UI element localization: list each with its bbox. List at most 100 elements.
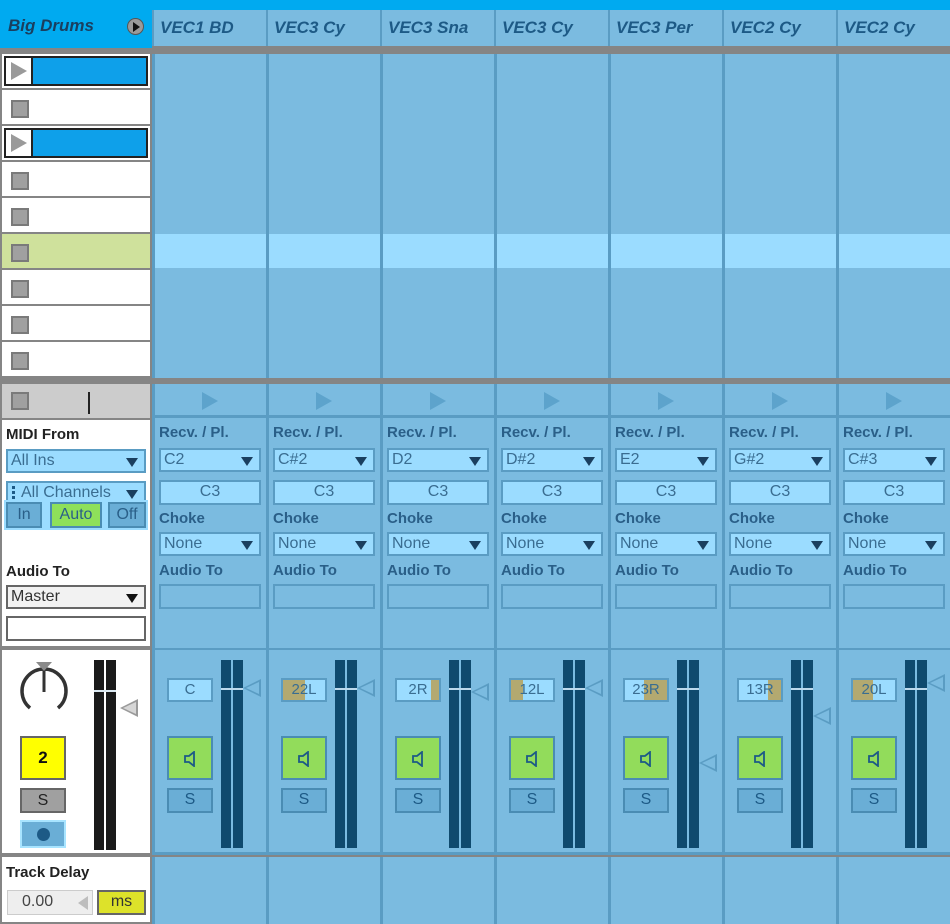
receive-note-select[interactable]: C#2 <box>273 448 375 472</box>
choke-select[interactable]: None <box>159 532 261 556</box>
track-header[interactable]: VEC1 BD <box>152 10 266 46</box>
play-note-field[interactable]: C3 <box>387 480 489 505</box>
solo-button[interactable]: S <box>167 788 213 813</box>
play-icon[interactable] <box>202 392 218 410</box>
track-activator-button[interactable] <box>623 736 669 780</box>
audio-to-select[interactable]: Master <box>6 585 146 609</box>
selected-scene-slot[interactable] <box>383 234 494 268</box>
track-clip-slots[interactable] <box>152 54 266 378</box>
clip-slot[interactable] <box>2 306 150 340</box>
track-number-button[interactable]: 2 <box>20 736 66 780</box>
selected-scene-slot[interactable] <box>269 234 380 268</box>
volume-slider[interactable] <box>357 679 375 698</box>
play-icon[interactable] <box>772 392 788 410</box>
pan-field[interactable]: 13R <box>737 678 783 702</box>
play-icon[interactable] <box>658 392 674 410</box>
solo-button[interactable]: S <box>851 788 897 813</box>
clip-slot[interactable] <box>2 54 150 88</box>
clip-stop-cell[interactable] <box>836 384 950 418</box>
clip-slot[interactable] <box>2 126 150 160</box>
choke-select[interactable]: None <box>387 532 489 556</box>
track-activator-button[interactable] <box>851 736 897 780</box>
clip-slot[interactable] <box>2 162 150 196</box>
clip-play-icon[interactable] <box>6 130 33 156</box>
audio-to-select[interactable] <box>501 584 603 609</box>
pan-field[interactable]: 2R <box>395 678 441 702</box>
audio-to-sub-select[interactable] <box>6 616 146 641</box>
clip-stop-cell[interactable] <box>380 384 494 418</box>
receive-note-select[interactable]: E2 <box>615 448 717 472</box>
track-activator-button[interactable] <box>395 736 441 780</box>
audio-to-select[interactable] <box>273 584 375 609</box>
track-header[interactable]: VEC3 Sna <box>380 10 494 46</box>
arm-button[interactable] <box>20 820 66 848</box>
monitor-in-button[interactable]: In <box>6 502 42 528</box>
receive-note-select[interactable]: D2 <box>387 448 489 472</box>
play-note-field[interactable]: C3 <box>729 480 831 505</box>
selected-scene-slot[interactable] <box>611 234 722 268</box>
clip-stop-cell[interactable] <box>266 384 380 418</box>
choke-select[interactable]: None <box>843 532 945 556</box>
clip-stop-cell[interactable] <box>152 384 266 418</box>
clip-stop-button[interactable] <box>11 244 29 262</box>
track-clip-slots[interactable] <box>266 54 380 378</box>
pan-field[interactable]: 20L <box>851 678 897 702</box>
clip-stop-button[interactable] <box>11 172 29 190</box>
pan-knob-icon[interactable] <box>16 662 72 718</box>
track-activator-button[interactable] <box>167 736 213 780</box>
track-delay-input[interactable]: 0.00 <box>7 890 93 915</box>
delay-unit-toggle[interactable]: ms <box>97 890 146 915</box>
clip-stop-cell[interactable] <box>608 384 722 418</box>
audio-to-select[interactable] <box>615 584 717 609</box>
receive-note-select[interactable]: D#2 <box>501 448 603 472</box>
clip-stop-button[interactable] <box>11 352 29 370</box>
midi-from-select[interactable]: All Ins <box>6 449 146 473</box>
play-note-field[interactable]: C3 <box>615 480 717 505</box>
track-header[interactable]: VEC3 Cy <box>266 10 380 46</box>
selected-scene-slot[interactable] <box>725 234 836 268</box>
receive-note-select[interactable]: C#3 <box>843 448 945 472</box>
solo-button[interactable]: S <box>737 788 783 813</box>
clip-stop-button[interactable] <box>11 208 29 226</box>
track-activator-button[interactable] <box>281 736 327 780</box>
monitor-auto-button[interactable]: Auto <box>50 502 102 528</box>
stop-all-clips-row[interactable] <box>2 384 150 418</box>
monitor-off-button[interactable]: Off <box>108 502 146 528</box>
clip-slot[interactable] <box>2 270 150 304</box>
track-header[interactable]: VEC3 Per <box>608 10 722 46</box>
clip-stop-cell[interactable] <box>722 384 836 418</box>
pan-field[interactable]: 23R <box>623 678 669 702</box>
group-solo-button[interactable]: S <box>20 788 66 813</box>
group-volume-slider[interactable] <box>120 698 138 717</box>
clip-slot[interactable] <box>2 90 150 124</box>
track-activator-button[interactable] <box>509 736 555 780</box>
stop-all-button[interactable] <box>11 392 29 410</box>
choke-select[interactable]: None <box>729 532 831 556</box>
solo-button[interactable]: S <box>281 788 327 813</box>
group-clip[interactable] <box>4 56 148 86</box>
clip-stop-button[interactable] <box>11 100 29 118</box>
play-note-field[interactable]: C3 <box>159 480 261 505</box>
choke-select[interactable]: None <box>615 532 717 556</box>
track-clip-slots[interactable] <box>722 54 836 378</box>
play-note-field[interactable]: C3 <box>273 480 375 505</box>
play-icon[interactable] <box>544 392 560 410</box>
play-icon[interactable] <box>430 392 446 410</box>
volume-slider[interactable] <box>243 679 261 698</box>
group-track-header[interactable]: Big Drums <box>0 0 152 48</box>
selected-scene-slot[interactable] <box>155 234 266 268</box>
track-clip-slots[interactable] <box>380 54 494 378</box>
clip-stop-cell[interactable] <box>494 384 608 418</box>
clip-stop-button[interactable] <box>11 280 29 298</box>
track-header[interactable]: VEC3 Cy <box>494 10 608 46</box>
group-clip[interactable] <box>4 128 148 158</box>
volume-slider[interactable] <box>699 754 717 773</box>
volume-slider[interactable] <box>927 673 945 692</box>
selected-scene-slot[interactable] <box>497 234 608 268</box>
play-icon[interactable] <box>316 392 332 410</box>
track-clip-slots[interactable] <box>836 54 950 378</box>
fold-toggle-icon[interactable] <box>127 18 144 35</box>
volume-slider[interactable] <box>813 707 831 726</box>
audio-to-select[interactable] <box>843 584 945 609</box>
audio-to-select[interactable] <box>159 584 261 609</box>
